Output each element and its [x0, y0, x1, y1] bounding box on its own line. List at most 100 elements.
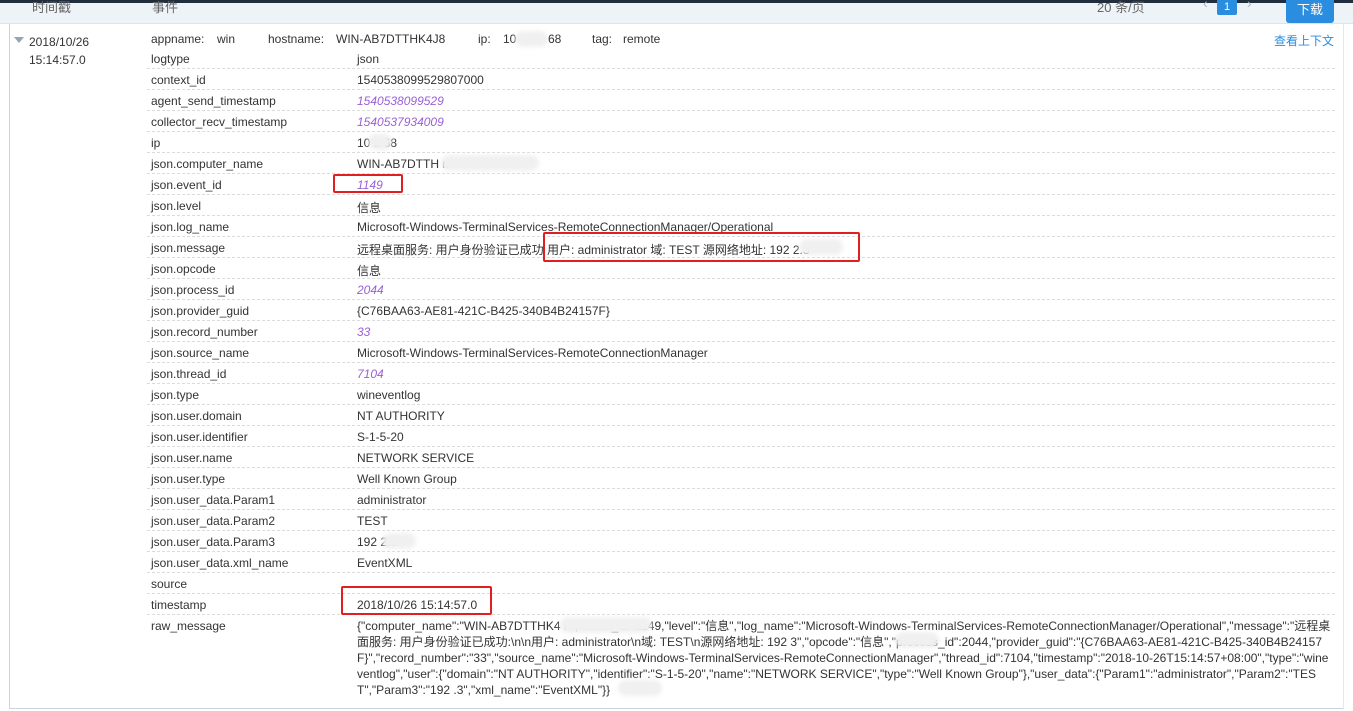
appname-label: appname: — [151, 32, 205, 46]
field-row: logtype json — [147, 48, 1335, 69]
raw-ip-redaction — [895, 632, 939, 648]
column-header-event[interactable]: 事件 — [152, 0, 178, 16]
field-row: source — [147, 573, 1335, 594]
raw-message-row: raw_message {"computer_name":"WIN-AB7DTTH… — [147, 615, 1335, 705]
raw-hostname-redaction — [560, 617, 652, 633]
field-key: json.record_number — [151, 325, 258, 339]
field-row: json.provider_guid {C76BAA63-AE81-421C-B4… — [147, 300, 1335, 321]
field-value[interactable]: 1540538099529 — [357, 94, 444, 108]
field-key: json.source_name — [151, 346, 250, 360]
record-bottom-border — [9, 708, 1343, 709]
field-key: source — [151, 577, 188, 591]
record-time: 15:14:57.0 — [29, 53, 86, 67]
field-value[interactable]: NT AUTHORITY — [357, 409, 445, 423]
field-key: logtype — [151, 52, 190, 66]
prev-page-icon[interactable]: ‹ — [1203, 0, 1208, 11]
field-value[interactable]: administrator — [357, 493, 426, 507]
ip-label: ip: — [478, 32, 491, 46]
field-row: json.user.name NETWORK SERVICE — [147, 447, 1335, 468]
field-row: json.type wineventlog — [147, 384, 1335, 405]
collapse-caret-icon[interactable] — [14, 37, 24, 43]
field-value[interactable]: 7104 — [357, 367, 384, 381]
view-context-link[interactable]: 查看上下文 — [1274, 32, 1334, 49]
download-button[interactable]: 下载 — [1286, 0, 1334, 23]
tag-value[interactable]: remote — [623, 32, 660, 46]
highlight-box-message — [543, 232, 860, 262]
raw-param3-redaction — [618, 680, 662, 696]
field-key: json.thread_id — [151, 367, 227, 381]
field-row: json.user_data.Param3 192 2.3 — [147, 531, 1335, 552]
field-value[interactable]: EventXML — [357, 556, 412, 570]
ip-redaction — [368, 134, 392, 150]
page-size-select[interactable]: 20 条/页 — [1097, 0, 1145, 16]
record-left-border — [9, 24, 10, 709]
field-row: collector_recv_timestamp 1540537934009 — [147, 111, 1335, 132]
field-value[interactable]: json — [357, 52, 379, 66]
field-key: json.provider_guid — [151, 304, 250, 318]
raw-message-value[interactable]: {"computer_name":"WIN-AB7DTTHK4 n","even… — [357, 618, 1332, 698]
field-key: json.user.identifier — [151, 430, 248, 444]
appname-value[interactable]: win — [217, 32, 235, 46]
field-key: json.type — [151, 388, 200, 402]
hostname-label: hostname: — [268, 32, 325, 46]
field-value[interactable]: 33 — [357, 325, 370, 339]
field-key: json.process_id — [151, 283, 235, 297]
field-value[interactable]: wineventlog — [357, 388, 420, 402]
field-key: agent_send_timestamp — [151, 94, 276, 108]
field-value[interactable]: 信息 — [357, 199, 381, 216]
field-row: agent_send_timestamp 1540538099529 — [147, 90, 1335, 111]
record-right-border — [1343, 24, 1344, 709]
highlight-box-timestamp — [341, 586, 492, 615]
field-value[interactable]: Microsoft-Windows-TerminalServices-Remot… — [357, 346, 708, 360]
field-row: json.thread_id 7104 — [147, 363, 1335, 384]
field-key: json.computer_name — [151, 157, 264, 171]
column-header-time[interactable]: 时间戳 — [32, 0, 71, 16]
field-key: raw_message — [151, 619, 226, 633]
field-key: json.user.domain — [151, 409, 242, 423]
field-key: json.log_name — [151, 220, 230, 234]
next-page-icon[interactable]: › — [1247, 0, 1252, 11]
tag-label: tag: — [592, 32, 613, 46]
field-key: json.opcode — [151, 262, 216, 276]
field-key: json.user_data.xml_name — [151, 556, 289, 570]
field-row: json.level 信息 — [147, 195, 1335, 216]
field-key: timestamp — [151, 598, 207, 612]
field-value[interactable]: 1540538099529807000 — [357, 73, 484, 87]
field-key: json.message — [151, 241, 226, 255]
field-value[interactable]: Well Known Group — [357, 472, 457, 486]
current-page-button[interactable]: 1 — [1217, 0, 1237, 15]
field-row: json.record_number 33 — [147, 321, 1335, 342]
field-row: timestamp 2018/10/26 15:14:57.0 — [147, 594, 1335, 615]
field-value[interactable]: WIN-AB7DTTH n — [357, 157, 449, 171]
field-row: json.source_name Microsoft-Windows-Termin… — [147, 342, 1335, 363]
field-key: ip — [151, 136, 161, 150]
field-row: json.process_id 2044 — [147, 279, 1335, 300]
field-value[interactable]: 2044 — [357, 283, 384, 297]
param3-redaction — [382, 533, 416, 549]
field-key: json.user_data.Param3 — [151, 535, 276, 549]
hostname-value[interactable]: WIN-AB7DTTHK4J8 — [336, 32, 445, 46]
field-value[interactable]: 信息 — [357, 262, 381, 279]
field-row: context_id 1540538099529807000 — [147, 69, 1335, 90]
field-row: json.user.identifier S-1-5-20 — [147, 426, 1335, 447]
field-value[interactable]: {C76BAA63-AE81-421C-B425-340B4B24157F} — [357, 304, 610, 318]
highlight-box-event-id — [333, 174, 403, 193]
field-row: ip10 2.68 — [147, 132, 1335, 153]
field-key: json.user.name — [151, 451, 233, 465]
field-row: json.user_data.xml_name EventXML — [147, 552, 1335, 573]
field-key: json.user.type — [151, 472, 226, 486]
field-key: context_id — [151, 73, 206, 87]
field-row: json.user.type Well Known Group — [147, 468, 1335, 489]
field-key: json.user_data.Param1 — [151, 493, 276, 507]
field-key: json.level — [151, 199, 202, 213]
field-row: json.event_id 1149 — [147, 174, 1335, 195]
field-value[interactable]: S-1-5-20 — [357, 430, 404, 444]
field-value[interactable]: NETWORK SERVICE — [357, 451, 474, 465]
field-row: json.computer_name WIN-AB7DTTH n — [147, 153, 1335, 174]
ip-value-tail[interactable]: 68 — [548, 32, 561, 46]
field-key: json.event_id — [151, 178, 222, 192]
record-date: 2018/10/26 — [29, 35, 90, 49]
hostname-redaction — [441, 155, 539, 171]
field-value[interactable]: 1540537934009 — [357, 115, 444, 129]
field-value[interactable]: TEST — [357, 514, 388, 528]
